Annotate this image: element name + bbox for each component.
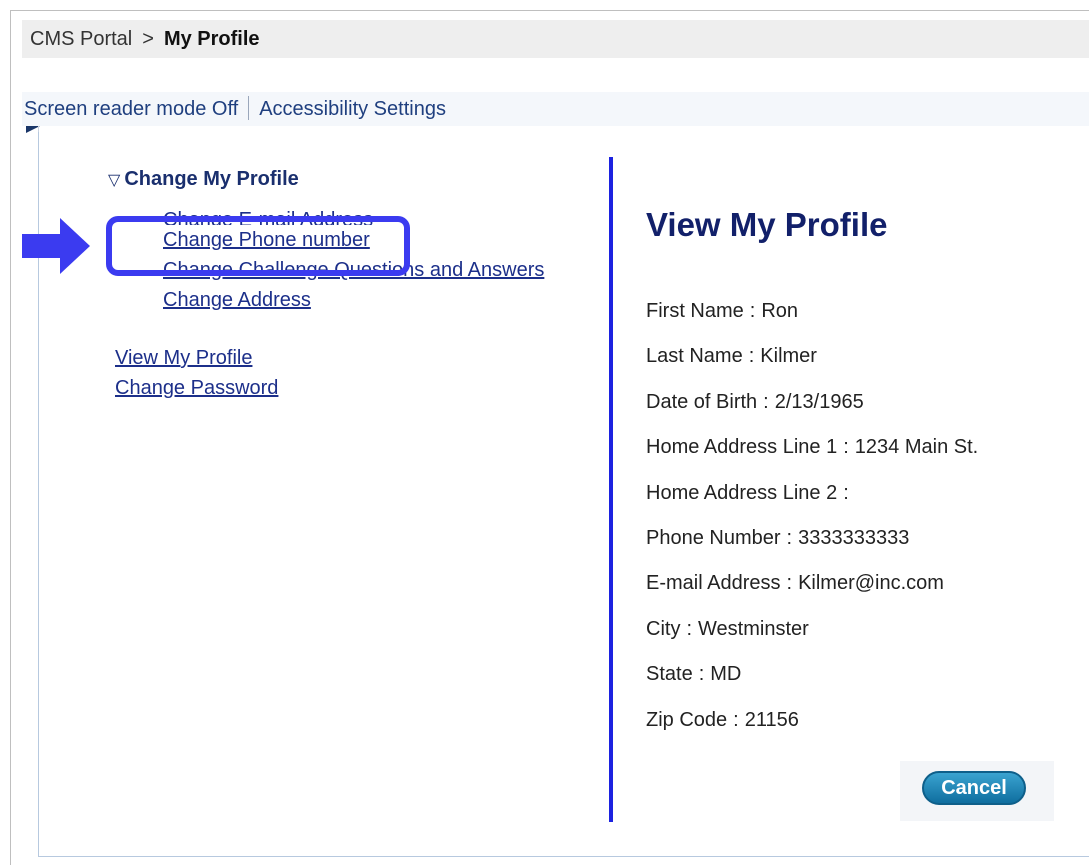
field-colon: : (786, 526, 793, 549)
field-colon: : (698, 663, 705, 686)
field-value: Kilmer (760, 345, 817, 368)
field-label: Home Address Line 2 (646, 481, 838, 504)
field-label: Home Address Line 1 (646, 436, 838, 459)
accessibility-settings-link[interactable]: Accessibility Settings (259, 98, 446, 120)
field-colon: : (749, 300, 756, 322)
field-value: Westminster (698, 617, 809, 640)
breadcrumb: CMS Portal > My Profile (22, 20, 1089, 58)
profile-fields: First Name: Ron Last Name: Kilmer Date of … (646, 296, 978, 750)
field-colon: : (748, 345, 755, 368)
accessibility-divider (248, 95, 250, 120)
email-address-row: E-mail Address: Kilmer@inc.com (646, 568, 978, 613)
field-value: MD (710, 663, 742, 686)
field-value: 2/13/1965 (774, 390, 864, 413)
cancel-button[interactable]: Cancel (922, 771, 1026, 805)
field-colon: : (763, 390, 769, 413)
menu-heading-label: Change My Profile (124, 168, 299, 190)
field-label: City (646, 617, 681, 640)
cancel-button-area: Cancel (900, 761, 1054, 821)
field-value: Kilmer@inc.com (798, 572, 944, 595)
highlight-box (106, 216, 410, 276)
field-value: 3333333333 (798, 526, 910, 549)
change-password-link[interactable]: Change Password (115, 373, 278, 403)
field-label: First Name (646, 300, 744, 322)
breadcrumb-current: My Profile (163, 28, 260, 50)
breadcrumb-separator: > (142, 28, 154, 50)
state-row: State: MD (646, 659, 978, 704)
last-name-row: Last Name: Kilmer (646, 341, 978, 386)
zip-code-row: Zip Code:21156 (646, 705, 978, 750)
profile-links: View My Profile Change Password (115, 343, 278, 403)
pointer-arrow-icon (22, 218, 90, 274)
field-label: State (646, 663, 693, 686)
view-my-profile-link[interactable]: View My Profile (115, 343, 278, 373)
change-profile-heading[interactable]: ▽ Change My Profile (108, 168, 299, 191)
field-label: Zip Code (646, 708, 728, 731)
first-name-row: First Name: Ron (646, 296, 978, 341)
field-label: Phone Number (646, 526, 781, 549)
field-colon: : (686, 617, 693, 640)
field-label: Date of Birth (646, 390, 758, 413)
field-colon: : (843, 481, 849, 504)
accessibility-bar: Screen reader mode Off Accessibility Sett… (22, 92, 1089, 126)
collapse-triangle-icon[interactable]: ▽ (108, 172, 120, 189)
address-line-1-row: Home Address Line 1:1234 Main St. (646, 432, 978, 477)
address-line-2-row: Home Address Line 2: (646, 478, 978, 523)
profile-title: View My Profile (646, 206, 888, 243)
field-value: Ron (761, 300, 799, 322)
vertical-divider (609, 157, 613, 822)
city-row: City: Westminster (646, 614, 978, 659)
field-value: 21156 (744, 708, 799, 731)
field-colon: : (733, 708, 739, 731)
phone-number-row: Phone Number:3333333333 (646, 523, 978, 568)
change-address-link[interactable]: Change Address (163, 285, 544, 315)
field-colon: : (843, 436, 849, 459)
field-colon: : (786, 572, 793, 595)
field-label: Last Name (646, 345, 743, 368)
date-of-birth-row: Date of Birth:2/13/1965 (646, 387, 978, 432)
screen-reader-toggle[interactable]: Screen reader mode Off (24, 98, 238, 120)
breadcrumb-root[interactable]: CMS Portal (30, 28, 132, 50)
field-value: 1234 Main St. (854, 436, 979, 459)
field-label: E-mail Address (646, 572, 781, 595)
